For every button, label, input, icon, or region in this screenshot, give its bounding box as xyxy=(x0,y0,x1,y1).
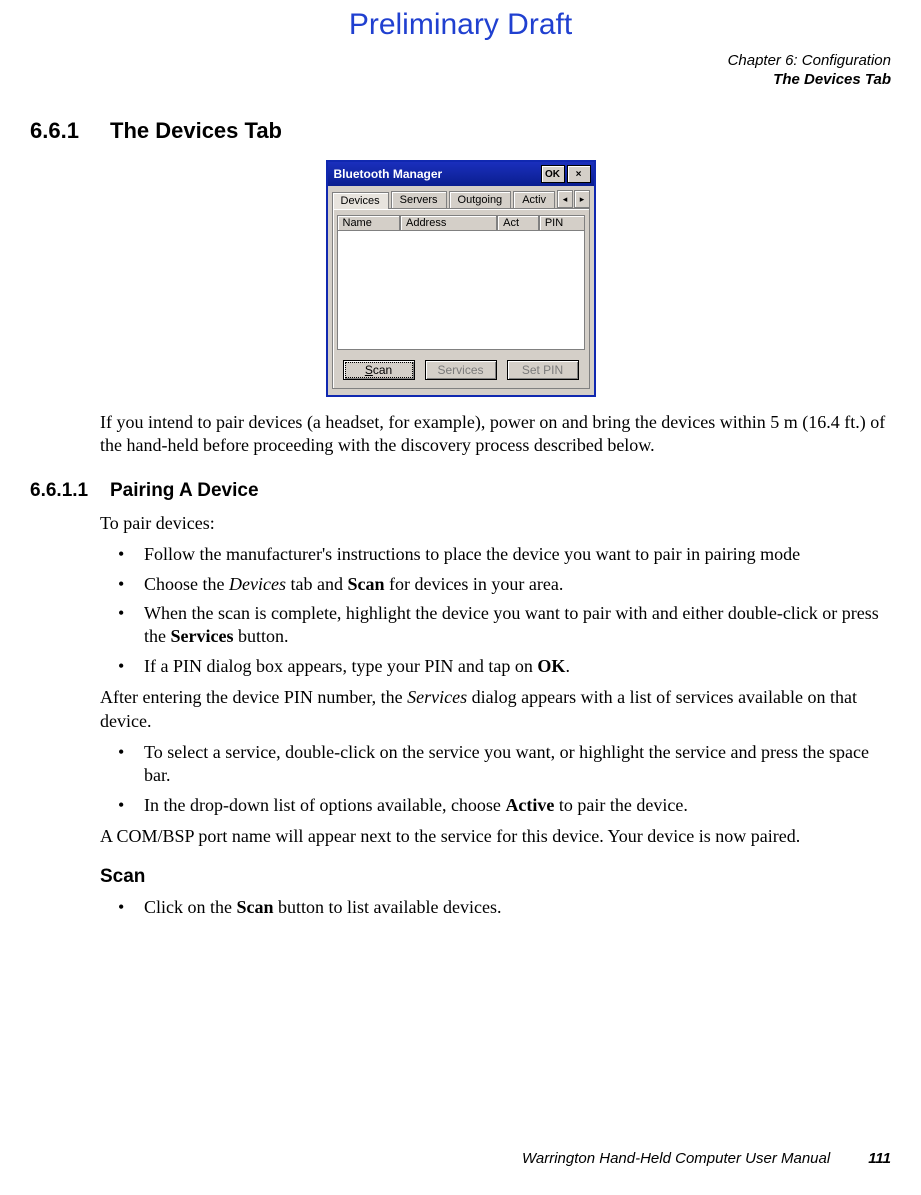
after-pin-paragraph: After entering the device PIN number, th… xyxy=(100,686,891,733)
list-item: In the drop-down list of options availab… xyxy=(118,794,891,817)
tab-devices[interactable]: Devices xyxy=(332,192,389,209)
footer-page-number: 111 xyxy=(868,1150,891,1167)
heading-6-6-1-1: 6.6.1.1Pairing A Device xyxy=(30,480,891,502)
tab-servers[interactable]: Servers xyxy=(391,191,447,208)
window-titlebar: Bluetooth Manager OK × xyxy=(328,162,594,186)
page-footer: Warrington Hand-Held Computer User Manua… xyxy=(30,1150,891,1167)
set-pin-button[interactable]: Set PIN xyxy=(507,360,579,380)
watermark-text: Preliminary Draft xyxy=(0,8,921,42)
com-paragraph: A COM/BSP port name will appear next to … xyxy=(100,825,891,848)
bluetooth-manager-window: Bluetooth Manager OK × Devices Servers O… xyxy=(326,160,596,397)
ok-button[interactable]: OK xyxy=(541,165,565,183)
window-title: Bluetooth Manager xyxy=(331,167,539,181)
heading-number: 6.6.1.1 xyxy=(30,480,110,502)
services-button[interactable]: Services xyxy=(425,360,497,380)
service-steps-list: To select a service, double-click on the… xyxy=(118,741,891,817)
col-address[interactable]: Address xyxy=(400,215,497,231)
heading-title: Pairing A Device xyxy=(110,480,259,501)
page-header: Chapter 6: Configuration The Devices Tab xyxy=(728,52,891,90)
heading-number: 6.6.1 xyxy=(30,118,110,144)
footer-manual-title: Warrington Hand-Held Computer User Manua… xyxy=(522,1150,830,1167)
tab-active[interactable]: Activ xyxy=(513,191,555,208)
header-chapter: Chapter 6: Configuration xyxy=(728,52,891,71)
pairing-steps-list: Follow the manufacturer's instructions t… xyxy=(118,543,891,678)
list-header: Name Address Act PIN xyxy=(337,215,585,231)
list-item: If a PIN dialog box appears, type your P… xyxy=(118,655,891,678)
screenshot-container: Bluetooth Manager OK × Devices Servers O… xyxy=(30,160,891,397)
tab-strip: Devices Servers Outgoing Activ ◂ ▸ xyxy=(328,186,594,208)
col-act[interactable]: Act xyxy=(497,215,539,231)
devices-panel: Name Address Act PIN Scan Services Set P… xyxy=(332,208,590,389)
page-content: 6.6.1The Devices Tab Bluetooth Manager O… xyxy=(30,118,891,926)
button-row: Scan Services Set PIN xyxy=(337,360,585,380)
list-item: Click on the Scan button to list availab… xyxy=(118,896,891,919)
heading-scan: Scan xyxy=(100,866,891,888)
scan-steps-list: Click on the Scan button to list availab… xyxy=(118,896,891,919)
intro-paragraph: If you intend to pair devices (a headset… xyxy=(100,411,891,458)
col-pin[interactable]: PIN xyxy=(539,215,585,231)
device-list[interactable] xyxy=(337,231,585,350)
tab-outgoing[interactable]: Outgoing xyxy=(449,191,512,208)
tab-scroll-left-icon[interactable]: ◂ xyxy=(557,190,573,208)
list-item: Follow the manufacturer's instructions t… xyxy=(118,543,891,566)
header-section: The Devices Tab xyxy=(728,71,891,90)
tab-scroll-nav: ◂ ▸ xyxy=(557,190,590,208)
heading-6-6-1: 6.6.1The Devices Tab xyxy=(30,118,891,144)
list-item: Choose the Devices tab and Scan for devi… xyxy=(118,573,891,596)
col-name[interactable]: Name xyxy=(337,215,400,231)
list-item: To select a service, double-click on the… xyxy=(118,741,891,788)
scan-button[interactable]: Scan xyxy=(343,360,415,380)
tab-scroll-right-icon[interactable]: ▸ xyxy=(574,190,590,208)
to-pair-text: To pair devices: xyxy=(100,512,891,535)
list-item: When the scan is complete, highlight the… xyxy=(118,602,891,649)
close-button[interactable]: × xyxy=(567,165,591,183)
heading-title: The Devices Tab xyxy=(110,118,282,143)
